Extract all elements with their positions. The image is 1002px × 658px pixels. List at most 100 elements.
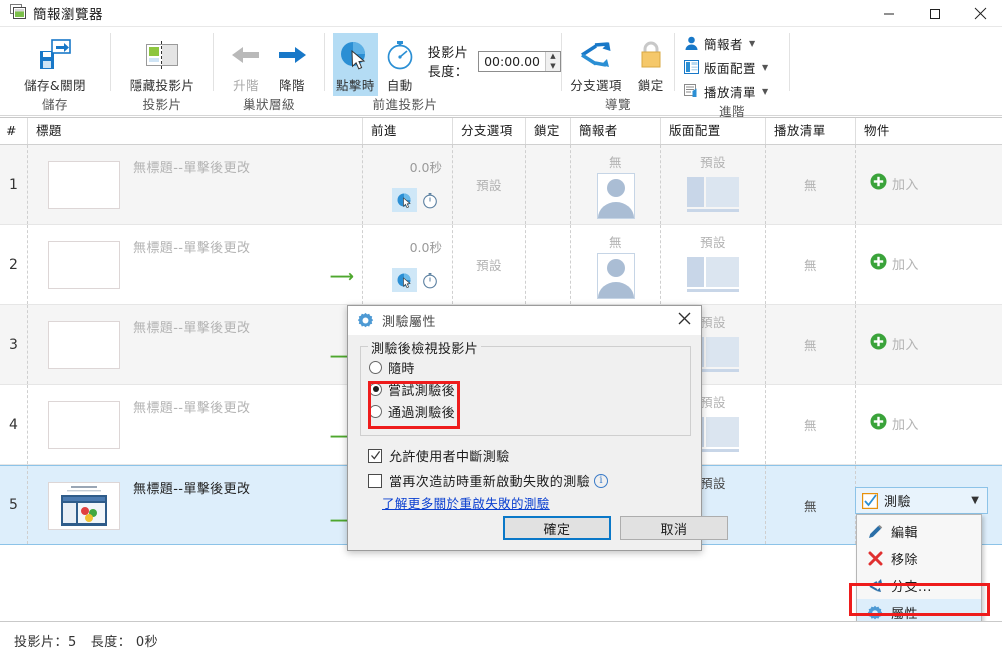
row-title-cell[interactable]: 無標題--單擊後更改 ⟶ [28, 305, 363, 384]
spinner-up-icon[interactable]: ▲ [550, 53, 555, 60]
column-header-title[interactable]: 標題 [28, 118, 363, 144]
promote-label: 升階 [233, 75, 259, 94]
row-advance-cell[interactable]: 0.0秒 [363, 225, 453, 304]
slide-thumbnail[interactable] [48, 482, 120, 530]
row-objects-cell[interactable]: 加入 [856, 145, 1002, 224]
spinner-buttons[interactable]: ▲ ▼ [545, 52, 560, 71]
column-header-layout[interactable]: 版面配置 [661, 118, 766, 144]
promote-button[interactable]: 升階 [223, 33, 269, 96]
checkbox-restart-failed[interactable]: 當再次造訪時重新啟動失敗的測驗 i [368, 471, 608, 490]
add-object-button[interactable]: 加入 [870, 413, 919, 434]
mouse-click-icon[interactable] [392, 188, 417, 212]
row-playlist-cell[interactable]: 無 [766, 145, 856, 224]
column-header-playlist[interactable]: 播放清單 [766, 118, 856, 144]
minimize-button[interactable] [866, 0, 912, 27]
row-advance-cell[interactable]: 0.0秒 [363, 145, 453, 224]
row-title[interactable]: 無標題--單擊後更改 [133, 317, 250, 336]
row-title-cell[interactable]: 無標題--單擊後更改 ⟶ [28, 385, 363, 464]
hide-slide-icon [145, 36, 179, 74]
chevron-down-icon[interactable]: ▼ [749, 39, 755, 48]
advance-mode-icons[interactable] [392, 188, 442, 212]
slide-thumbnail[interactable] [48, 401, 120, 449]
quiz-object-dropdown[interactable]: 測驗 ▼ [855, 487, 988, 514]
row-playlist-cell[interactable]: 無 [766, 385, 856, 464]
advance-automatic-button[interactable]: 自動 [378, 33, 422, 96]
checkbox-restart-failed-indicator[interactable] [368, 474, 382, 488]
table-row[interactable]: 2 無標題--單擊後更改 ⟶ 0.0秒 預設 [0, 225, 1002, 305]
chevron-down-icon[interactable]: ▼ [762, 63, 768, 72]
advance-mode-icons[interactable] [392, 268, 442, 292]
spinner-down-icon[interactable]: ▼ [550, 63, 555, 70]
row-title[interactable]: 無標題--單擊後更改 [133, 397, 250, 416]
row-title-cell[interactable]: 無標題--單擊後更改 ⟶ [28, 225, 363, 304]
stopwatch-icon[interactable] [417, 268, 442, 292]
save-export-icon [38, 36, 72, 74]
row-lock-cell[interactable] [526, 145, 571, 224]
row-objects-cell[interactable]: 加入 [856, 225, 1002, 304]
row-layout-cell[interactable]: 預設 [661, 225, 766, 304]
layout-menu-button[interactable]: 版面配置 ▼ [681, 55, 770, 79]
add-object-button[interactable]: 加入 [870, 173, 919, 194]
row-title-cell[interactable]: 無標題--單擊後更改 ⟶ [28, 466, 363, 544]
row-playlist-cell[interactable]: 無 [766, 305, 856, 384]
checkbox-allow-interrupt-indicator[interactable] [368, 449, 382, 463]
radio-anytime[interactable]: 隨時 [361, 356, 690, 378]
info-icon[interactable]: i [594, 474, 608, 488]
close-icon[interactable] [678, 311, 691, 329]
row-branch-cell[interactable]: 預設 [453, 225, 526, 304]
row-lock-cell[interactable] [526, 225, 571, 304]
row-objects-cell[interactable]: 加入 [856, 305, 1002, 384]
playlist-value: 無 [766, 415, 855, 434]
maximize-button[interactable] [912, 0, 958, 27]
hide-slide-button[interactable]: 隱藏投影片 [123, 33, 202, 96]
column-header-num[interactable]: # [0, 118, 28, 144]
menu-item-edit[interactable]: 編輯 [857, 518, 981, 545]
row-layout-cell[interactable]: 預設 [661, 145, 766, 224]
row-title-cell[interactable]: 無標題--單擊後更改 [28, 145, 363, 224]
mouse-click-icon[interactable] [392, 268, 417, 292]
lock-button[interactable]: 鎖定 [629, 33, 673, 96]
column-header-branch[interactable]: 分支選項 [453, 118, 526, 144]
slide-duration-spinner[interactable]: 00:00.00 ▲ ▼ [478, 51, 561, 72]
cancel-button[interactable]: 取消 [620, 516, 728, 540]
row-presenter-cell[interactable]: 無 [571, 145, 661, 224]
add-object-button[interactable]: 加入 [870, 333, 919, 354]
row-branch-cell[interactable]: 預設 [453, 145, 526, 224]
stopwatch-icon[interactable] [417, 188, 442, 212]
slide-thumbnail[interactable] [48, 161, 120, 209]
learn-more-link[interactable]: 了解更多關於重啟失敗的測驗 [382, 493, 550, 512]
save-and-close-button[interactable]: 儲存&關閉 [17, 33, 93, 96]
table-row[interactable]: 1 無標題--單擊後更改 0.0秒 預設 [0, 145, 1002, 225]
column-header-advance[interactable]: 前進 [363, 118, 453, 144]
slide-duration-value[interactable]: 00:00.00 [479, 52, 545, 71]
column-header-objects[interactable]: 物件 [856, 118, 1002, 144]
ok-button[interactable]: 確定 [503, 516, 611, 540]
chevron-down-icon[interactable]: ▼ [762, 87, 768, 96]
advance-on-click-button[interactable]: 點擊時 [333, 33, 378, 96]
menu-item-remove[interactable]: 移除 [857, 545, 981, 572]
presenter-menu-button[interactable]: 簡報者 ▼ [681, 31, 757, 55]
chevron-down-icon[interactable]: ▼ [971, 495, 979, 506]
row-presenter-cell[interactable]: 無 [571, 225, 661, 304]
slide-thumbnail[interactable] [48, 321, 120, 369]
row-playlist-cell[interactable]: 無 [766, 225, 856, 304]
row-objects-cell[interactable]: 加入 [856, 385, 1002, 464]
add-object-button[interactable]: 加入 [870, 253, 919, 274]
menu-item-branch[interactable]: 分支... [857, 572, 981, 599]
demote-button[interactable]: 降階 [269, 33, 315, 96]
branch-options-button[interactable]: 分支選項 [563, 33, 629, 96]
slide-thumbnail[interactable] [48, 241, 120, 289]
plus-circle-icon [870, 333, 887, 354]
ribbon-toolbar: 儲存&關閉 儲存 隱藏投影片 投影片 [0, 27, 1002, 116]
playlist-menu-button[interactable]: 播放清單 ▼ [681, 79, 770, 103]
row-title[interactable]: 無標題--單擊後更改 [133, 478, 250, 497]
row-playlist-cell[interactable]: 無 [766, 466, 856, 544]
row-title[interactable]: 無標題--單擊後更改 [133, 157, 250, 176]
radio-anytime-indicator[interactable] [369, 361, 382, 374]
row-title[interactable]: 無標題--單擊後更改 [133, 237, 250, 256]
close-button[interactable] [958, 0, 1002, 27]
column-header-presenter[interactable]: 簡報者 [571, 118, 661, 144]
branch-value: 預設 [453, 255, 525, 274]
checkbox-allow-interrupt[interactable]: 允許使用者中斷測驗 [368, 446, 510, 465]
column-header-lock[interactable]: 鎖定 [526, 118, 571, 144]
